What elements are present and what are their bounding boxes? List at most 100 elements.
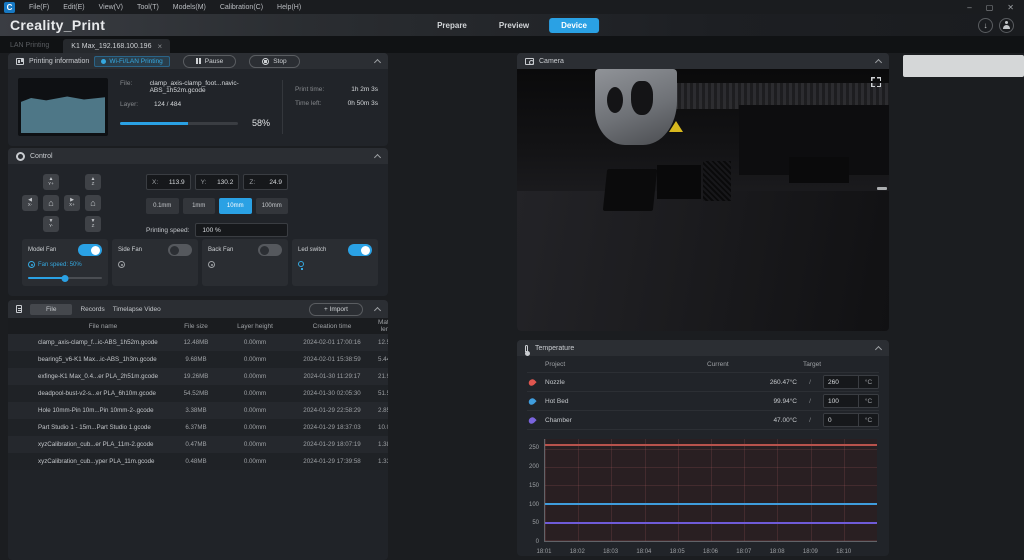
main-content: Printing information Wi-Fi/LAN Printing …: [0, 53, 1024, 560]
collapse-chevron-icon[interactable]: [374, 59, 381, 66]
download-button[interactable]: ↓: [978, 18, 993, 33]
x-tick-label: 18:10: [836, 549, 851, 555]
control-title: Control: [30, 153, 53, 160]
print-time-value: 1h 2m 3s: [351, 86, 378, 93]
y-tick-label: 100: [529, 502, 539, 508]
side-fan-toggle[interactable]: [168, 244, 192, 256]
collapse-chevron-icon[interactable]: [374, 307, 381, 314]
badge-status-icon: [101, 59, 106, 64]
y-tick-label: 150: [529, 483, 539, 489]
gear-icon: [16, 152, 25, 161]
unit-label: °C: [858, 376, 878, 388]
v-gridline: [578, 439, 579, 541]
pause-label: Pause: [205, 58, 223, 65]
menu-tool[interactable]: Tool(T): [137, 4, 159, 11]
temperature-title: Temperature: [535, 345, 574, 352]
table-row[interactable]: exfinge-K1 Max_0.4...er PLA_2h51m.gcode1…: [8, 368, 388, 385]
window-minimize-icon[interactable]: –: [967, 3, 971, 12]
progress-fill: [120, 122, 188, 125]
device-tab-label: K1 Max_192.168.100.196: [71, 43, 151, 50]
chamber-target-input[interactable]: °C: [823, 413, 879, 427]
x-tick-label: 18:09: [803, 549, 818, 555]
z-position-field[interactable]: Z:24.9: [243, 174, 288, 190]
x-position-field[interactable]: X:113.9: [146, 174, 191, 190]
jog-x-plus-button[interactable]: ▶X+: [64, 195, 80, 211]
fan-speed-label: Fan speed: 50%: [38, 262, 82, 268]
home-z-button[interactable]: ⌂: [85, 195, 101, 211]
menu-view[interactable]: View(V): [99, 4, 123, 11]
y-position-field[interactable]: Y:130.2: [195, 174, 240, 190]
table-row[interactable]: clamp_axis-clamp_f...ic-ABS_1h52m.gcode1…: [8, 334, 388, 351]
menu-models[interactable]: Models(M): [173, 4, 206, 11]
table-row[interactable]: Part Studio 1 - 15m...Part Studio 1.gcod…: [8, 419, 388, 436]
x-tick-label: 18:03: [603, 549, 618, 555]
tab-file[interactable]: File: [30, 304, 72, 315]
time-left-label: Time left:: [295, 100, 322, 107]
window-maximize-icon[interactable]: ▢: [986, 3, 994, 12]
nav-tab-device[interactable]: Device: [549, 18, 599, 33]
home-icon: ⌂: [48, 199, 53, 208]
collapse-chevron-icon[interactable]: [374, 154, 381, 161]
import-button[interactable]: + Import: [309, 303, 363, 316]
wifi-lan-printing-badge: Wi-Fi/LAN Printing: [94, 56, 169, 67]
nozzle-target-field[interactable]: [824, 376, 858, 388]
hotbed-target-input[interactable]: °C: [823, 394, 879, 408]
step-10mm-button[interactable]: 10mm: [219, 198, 252, 214]
stop-label: Stop: [273, 58, 286, 65]
camera-title: Camera: [539, 58, 564, 65]
hotbed-target-field[interactable]: [824, 395, 858, 407]
menu-file[interactable]: File(F): [29, 4, 49, 11]
menu-calibration[interactable]: Calibration(C): [220, 4, 263, 11]
fullscreen-expand-icon[interactable]: [871, 77, 881, 87]
chamber-target-field[interactable]: [824, 414, 858, 426]
home-xy-button[interactable]: ⌂: [43, 195, 59, 211]
jog-y-plus-button[interactable]: ▲Y+: [43, 174, 59, 190]
table-row[interactable]: deadpool-bust-v2-s...er PLA_6h10m.gcode5…: [8, 385, 388, 402]
user-icon: [1004, 23, 1009, 28]
col-creation-time: Creation time: [286, 323, 378, 330]
menu-help[interactable]: Help(H): [277, 4, 301, 11]
window-close-icon[interactable]: ✕: [1007, 3, 1014, 12]
table-row[interactable]: xyzCalibration_cub...yper PLA_11m.gcode0…: [8, 453, 388, 470]
lan-printing-label[interactable]: LAN Printing: [10, 42, 49, 53]
back-fan-toggle[interactable]: [258, 244, 282, 256]
nav-tab-prepare[interactable]: Prepare: [425, 18, 479, 33]
printed-object: [603, 169, 657, 211]
print-head: [595, 69, 677, 145]
fan-speed-slider[interactable]: [28, 277, 102, 279]
tab-records[interactable]: Records: [80, 306, 104, 313]
thermometer-icon: [525, 345, 528, 352]
led-switch-toggle[interactable]: [348, 244, 372, 256]
reflection-highlight: [877, 187, 887, 190]
model-fan-toggle[interactable]: [78, 244, 102, 256]
printing-speed-input[interactable]: 100 %: [195, 223, 288, 237]
step-1mm-button[interactable]: 1mm: [183, 198, 216, 214]
jog-y-minus-button[interactable]: ▼Y-: [43, 216, 59, 232]
account-button[interactable]: [999, 18, 1014, 33]
v-gridline: [811, 439, 812, 541]
col-material-length: Material length: [378, 319, 388, 333]
table-row[interactable]: Hole 10mm-Pin 10m...Pin 10mm-2-.gcode3.3…: [8, 402, 388, 419]
jog-z-down-button[interactable]: ▼Z: [85, 216, 101, 232]
stop-button[interactable]: Stop: [249, 55, 299, 68]
x-tick-label: 18:04: [636, 549, 651, 555]
table-row[interactable]: bearing5_v6-K1 Max...ic-ABS_1h3m.gcode9.…: [8, 351, 388, 368]
col-file-name: File name: [38, 323, 168, 330]
pause-button[interactable]: Pause: [183, 55, 236, 68]
nozzle-target-input[interactable]: °C: [823, 375, 879, 389]
col-file-size: File size: [168, 323, 224, 330]
menu-edit[interactable]: Edit(E): [63, 4, 84, 11]
table-row[interactable]: xyzCalibration_cub...er PLA_11m-2.gcode0…: [8, 436, 388, 453]
collapse-chevron-icon[interactable]: [875, 59, 882, 66]
camera-video: [517, 69, 889, 331]
device-tab-close-icon[interactable]: ×: [157, 42, 162, 51]
device-tab[interactable]: K1 Max_192.168.100.196 ×: [63, 39, 170, 53]
step-0.1mm-button[interactable]: 0.1mm: [146, 198, 179, 214]
nav-tab-preview[interactable]: Preview: [487, 18, 541, 33]
tab-timelapse-video[interactable]: Timelapse Video: [113, 306, 161, 313]
jog-x-minus-button[interactable]: ◀X-: [22, 195, 38, 211]
fan-speed-knob[interactable]: [62, 275, 69, 282]
jog-z-up-button[interactable]: ▲Z: [85, 174, 101, 190]
step-100mm-button[interactable]: 100mm: [256, 198, 289, 214]
collapse-chevron-icon[interactable]: [875, 346, 882, 353]
